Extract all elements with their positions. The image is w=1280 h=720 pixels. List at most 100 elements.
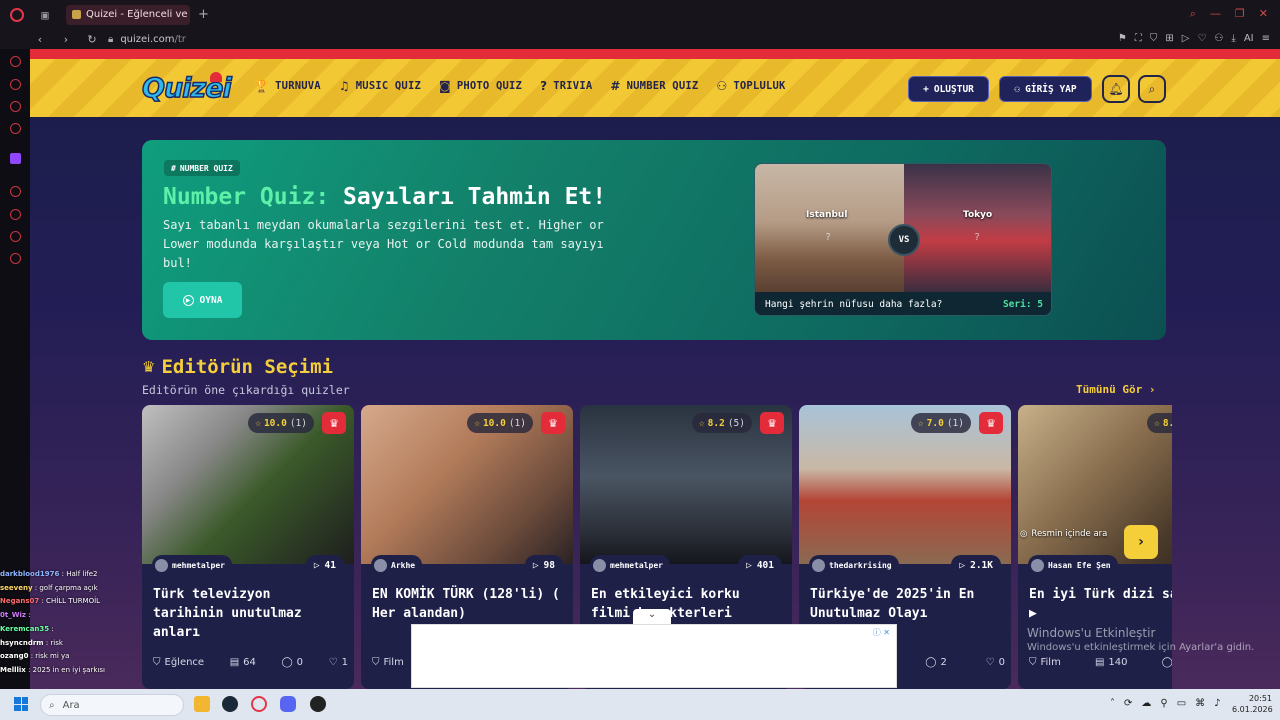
chat-message: Melllix : 2025 in en iyi şarkısı bbox=[0, 664, 140, 678]
volume-icon[interactable]: ♪ bbox=[1214, 698, 1220, 709]
steam-icon[interactable] bbox=[222, 696, 238, 712]
play-button[interactable]: ▶ OYNA bbox=[163, 282, 242, 318]
ad-banner[interactable]: ⓘ ✕ bbox=[411, 624, 897, 688]
sidebar-app-icon[interactable] bbox=[10, 79, 21, 90]
network-icon[interactable]: ⌘ bbox=[1195, 698, 1205, 709]
bookmark-icon[interactable]: ⚑ bbox=[1118, 33, 1127, 44]
avatar bbox=[1031, 558, 1044, 572]
lock-icon[interactable]: 🔒︎ bbox=[108, 34, 113, 45]
nav-item-topluluk[interactable]: ⚇ TOPLULUK bbox=[716, 79, 785, 93]
sidebar-app-icon[interactable] bbox=[10, 123, 21, 134]
opera-logo-icon[interactable] bbox=[10, 7, 24, 22]
search-tabs-icon[interactable]: ⌕ bbox=[1190, 7, 1196, 21]
quiz-card[interactable]: ☆ 10.0 (1) ♛ mehmetalper ▷ 41 Türk televizyon t… bbox=[142, 405, 354, 689]
taskbar-clock[interactable]: 20:51 6.01.2026 bbox=[1232, 693, 1273, 715]
search-icon: ⌕ bbox=[1148, 81, 1156, 96]
clock-time: 20:51 bbox=[1248, 694, 1272, 703]
taskbar-search[interactable]: ⌕ Ara bbox=[40, 694, 184, 716]
search-button[interactable]: ⌕ bbox=[1138, 75, 1166, 103]
tab-overview-icon[interactable]: ▣ bbox=[38, 8, 52, 22]
sidebar-app-icon[interactable] bbox=[10, 56, 21, 67]
chevron-up-icon[interactable]: ˄ bbox=[1110, 698, 1115, 709]
browser-tab[interactable]: Quizei - Eğlenceli ve etkile bbox=[66, 4, 190, 25]
see-all-link[interactable]: Tümünü Gör › bbox=[1076, 383, 1155, 396]
image-search-overlay[interactable]: ◎ Resmin içinde ara bbox=[1020, 529, 1107, 539]
new-tab-button[interactable]: + bbox=[198, 7, 209, 22]
like-count-value: 0 bbox=[998, 657, 1005, 668]
github-icon[interactable] bbox=[310, 696, 326, 712]
profile-icon[interactable]: ⚇ bbox=[1214, 33, 1223, 44]
comment-count: ◯ 2 bbox=[925, 657, 947, 668]
forward-icon[interactable]: › bbox=[60, 33, 72, 46]
crown-badge-icon: ♛ bbox=[760, 412, 784, 434]
sidebar-app-icon[interactable] bbox=[10, 186, 21, 197]
ai-icon[interactable]: AI bbox=[1244, 33, 1254, 44]
play-label: OYNA bbox=[199, 294, 223, 306]
create-button[interactable]: + OLUŞTUR bbox=[908, 76, 989, 102]
nav-item-number-quiz[interactable]: # NUMBER QUIZ bbox=[610, 79, 698, 93]
shield-icon[interactable]: ⛉ bbox=[1150, 33, 1158, 44]
sync-icon[interactable]: ⟳ bbox=[1124, 698, 1132, 709]
extension-icon[interactable]: ⊞ bbox=[1165, 33, 1173, 44]
website-viewport: Quizei 🏆 TURNUVA ♫ MUSIC QUIZ ◙ PHOTO QUIZ? TR… bbox=[30, 49, 1280, 689]
start-button[interactable] bbox=[14, 697, 28, 711]
player-icon[interactable]: ▷ bbox=[1182, 33, 1190, 44]
main-nav: 🏆 TURNUVA ♫ MUSIC QUIZ ◙ PHOTO QUIZ ? TRIVIA # NU… bbox=[254, 79, 804, 93]
opera-icon[interactable] bbox=[251, 696, 267, 712]
snapshot-icon[interactable]: ⛶ bbox=[1135, 33, 1142, 44]
display-icon[interactable]: ▭ bbox=[1177, 698, 1186, 709]
author-chip[interactable]: mehmetalper bbox=[590, 555, 670, 575]
ad-info-icon[interactable]: ⓘ ✕ bbox=[873, 627, 890, 638]
chat-username: darkblood1976 bbox=[0, 570, 60, 578]
quiz-title[interactable]: Türkiye'de 2025'in En Unutulmaz Olayı bbox=[810, 585, 1005, 623]
file-explorer-icon[interactable] bbox=[194, 696, 210, 712]
chat-username: Negans07 bbox=[0, 597, 40, 606]
crown-icon: ♛ bbox=[142, 358, 156, 376]
bell-icon: 🔔︎ bbox=[1108, 82, 1124, 96]
twitch-icon[interactable] bbox=[10, 153, 21, 164]
quiz-title[interactable]: En iyi Türk dizi sahnesi ▶ bbox=[1029, 585, 1172, 623]
discord-icon[interactable] bbox=[280, 696, 296, 712]
nav-item-trivia[interactable]: ? TRIVIA bbox=[540, 79, 592, 93]
back-icon[interactable]: ‹ bbox=[34, 33, 46, 46]
author-chip[interactable]: thedarkrising bbox=[809, 555, 899, 575]
quiz-title[interactable]: EN KOMİK TÜRK (128'li) ( Her alandan) bbox=[372, 585, 567, 623]
mic-icon[interactable]: ⚲ bbox=[1160, 698, 1167, 709]
author-chip[interactable]: mehmetalper bbox=[152, 555, 232, 575]
history-icon[interactable] bbox=[10, 209, 21, 220]
heart-icon[interactable]: ♡ bbox=[1197, 33, 1206, 44]
url-field[interactable]: quizei.com/tr bbox=[120, 34, 186, 45]
menu-icon[interactable]: ≡ bbox=[1262, 33, 1270, 44]
hero-badge: # NUMBER QUIZ bbox=[164, 160, 240, 176]
chat-text: : bbox=[28, 611, 31, 620]
close-icon[interactable]: ✕ bbox=[1259, 7, 1268, 21]
chat-message: ozang0 : risk mi ya bbox=[0, 650, 140, 664]
chat-message: hsyncndrm : risk bbox=[0, 637, 140, 651]
chat-message: seeveny : golf çarpma açık bbox=[0, 582, 140, 596]
cloud-icon[interactable]: ☁ bbox=[1141, 698, 1151, 709]
crown-badge-icon: ♛ bbox=[979, 412, 1003, 434]
stream-chat-overlay: darkblood1976 : Half life2 seeveny : golf… bbox=[0, 568, 140, 678]
istanbul-image bbox=[755, 164, 904, 292]
author-chip[interactable]: Hasan Efe Şen bbox=[1028, 555, 1118, 575]
hash-icon: # bbox=[610, 79, 621, 93]
sidebar-app-icon[interactable] bbox=[10, 101, 21, 112]
hero-preview-card[interactable]: Istanbul Tokyo ? ? VS Hangi şehrin nüfus… bbox=[754, 163, 1052, 316]
carousel-next-button[interactable]: › bbox=[1124, 525, 1158, 559]
quiz-title[interactable]: En etkileyici korku filmi karakterleri bbox=[591, 585, 786, 623]
quiz-title[interactable]: Türk televizyon tarihinin unutulmaz anla… bbox=[153, 585, 348, 642]
ad-collapse-button[interactable]: ⌄ bbox=[633, 609, 671, 625]
reload-icon[interactable]: ↻ bbox=[86, 33, 98, 46]
maximize-icon[interactable]: ❐ bbox=[1235, 7, 1245, 21]
settings-icon[interactable] bbox=[10, 253, 21, 264]
chat-text: : bbox=[51, 624, 54, 633]
nav-item-photo-quiz[interactable]: ◙ PHOTO QUIZ bbox=[439, 79, 522, 93]
author-chip[interactable]: Arkhe bbox=[371, 555, 423, 575]
login-button[interactable]: ⚇ GİRİŞ YAP bbox=[999, 76, 1092, 102]
nav-item-music-quiz[interactable]: ♫ MUSIC QUIZ bbox=[339, 79, 421, 93]
nav-item-turnuva[interactable]: 🏆 TURNUVA bbox=[254, 79, 321, 93]
sidebar-app-icon[interactable] bbox=[10, 231, 21, 242]
download-icon[interactable]: ⤓ bbox=[1231, 33, 1235, 44]
minimize-icon[interactable]: — bbox=[1210, 7, 1221, 21]
notification-bell-button[interactable]: 🔔︎ bbox=[1102, 75, 1130, 103]
